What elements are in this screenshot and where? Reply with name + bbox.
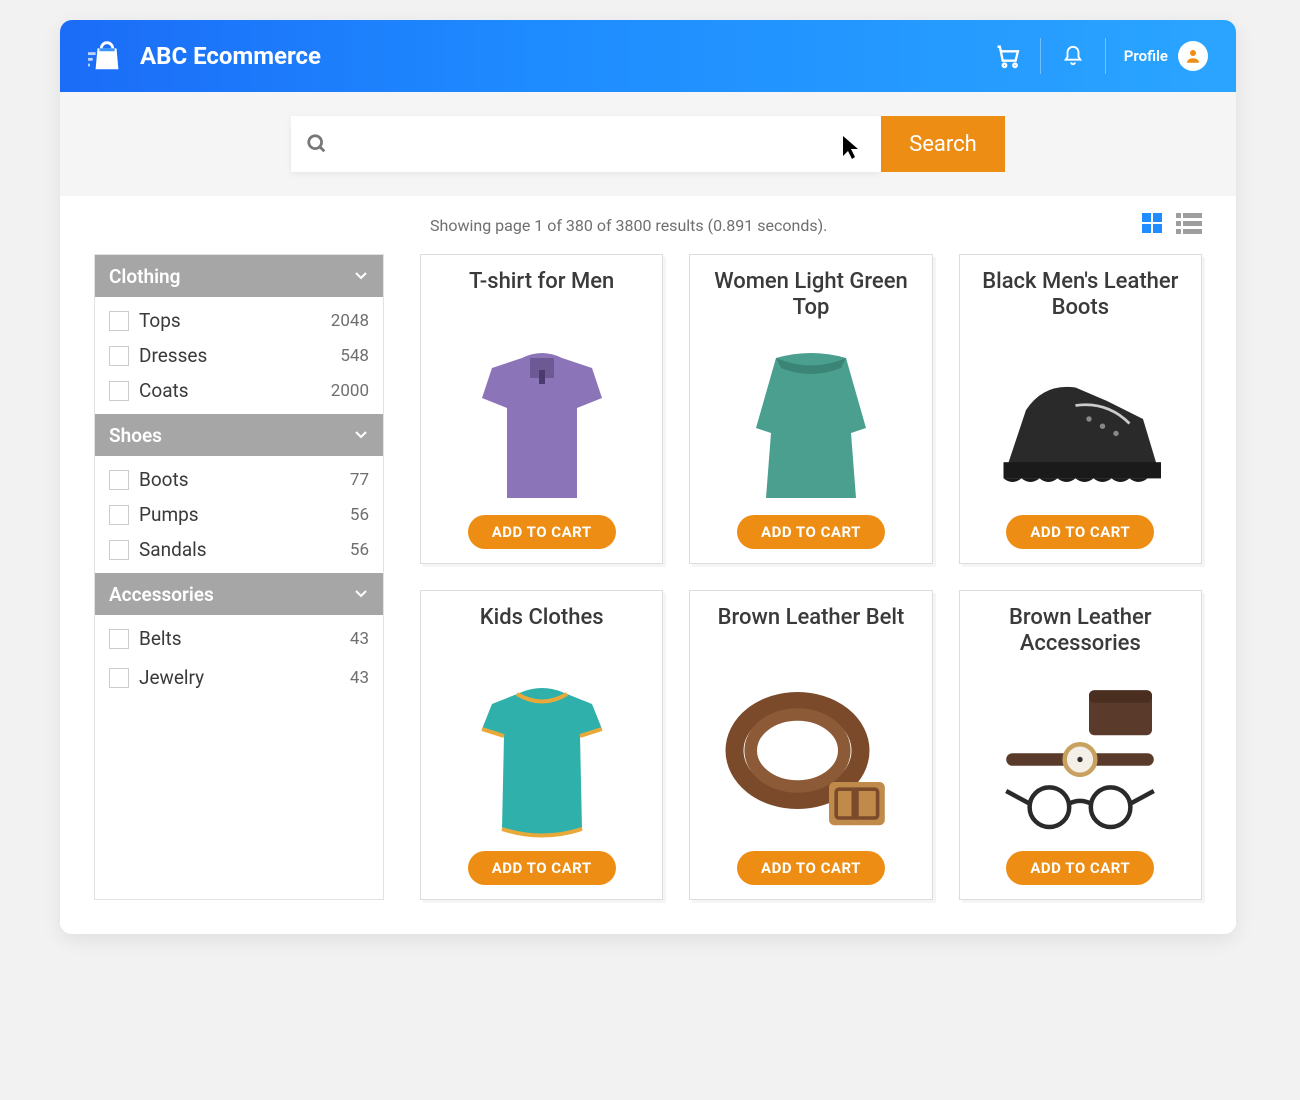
facet-label: Pumps	[139, 503, 350, 526]
brand-name: ABC Ecommerce	[140, 42, 321, 70]
facet-title: Accessories	[109, 583, 214, 606]
facet-header-shoes[interactable]: Shoes	[95, 414, 383, 456]
facet-item[interactable]: Coats2000	[95, 373, 383, 408]
list-view-icon[interactable]	[1176, 211, 1202, 239]
facet-item[interactable]: Sandals56	[95, 532, 383, 567]
facet-count: 77	[350, 470, 369, 490]
checkbox-icon[interactable]	[109, 668, 129, 688]
facet-item[interactable]: Pumps56	[95, 497, 383, 532]
search-button[interactable]: Search	[881, 116, 1005, 172]
checkbox-icon[interactable]	[109, 470, 129, 490]
search-bar: Search	[60, 92, 1236, 196]
add-to-cart-button[interactable]: ADD TO CART	[737, 851, 885, 885]
facet-sidebar: Clothing Tops2048 Dresses548 Coats2000 S…	[94, 254, 384, 900]
add-to-cart-button[interactable]: ADD TO CART	[737, 515, 885, 549]
checkbox-icon[interactable]	[109, 346, 129, 366]
header-separator	[1040, 38, 1041, 74]
facet-label: Jewelry	[139, 666, 350, 689]
notifications-icon[interactable]	[1059, 42, 1087, 70]
avatar-icon	[1178, 41, 1208, 71]
facet-title: Shoes	[109, 424, 162, 447]
facet-label: Boots	[139, 468, 350, 491]
product-image	[704, 667, 917, 851]
product-card[interactable]: T-shirt for Men ADD TO CART	[420, 254, 663, 564]
facet-count: 56	[350, 540, 369, 560]
product-card[interactable]: Black Men's Leather Boots ADD TO CART	[959, 254, 1202, 564]
search-input[interactable]	[343, 116, 881, 172]
add-to-cart-button[interactable]: ADD TO CART	[468, 515, 616, 549]
product-card[interactable]: Brown Leather Accessories ADD TO CART	[959, 590, 1202, 900]
facet-count: 43	[350, 629, 369, 649]
search-icon	[291, 133, 343, 155]
checkbox-icon[interactable]	[109, 311, 129, 331]
checkbox-icon[interactable]	[109, 540, 129, 560]
checkbox-icon[interactable]	[109, 381, 129, 401]
chevron-down-icon	[353, 583, 369, 606]
facet-label: Belts	[139, 627, 350, 650]
add-to-cart-button[interactable]: ADD TO CART	[468, 851, 616, 885]
facet-item[interactable]: Tops2048	[95, 303, 383, 338]
product-title: Black Men's Leather Boots	[974, 269, 1187, 331]
facet-title: Clothing	[109, 265, 180, 288]
product-image	[974, 331, 1187, 515]
facet-label: Tops	[139, 309, 331, 332]
product-image	[435, 667, 648, 851]
profile-menu[interactable]: Profile	[1124, 41, 1208, 71]
product-image	[435, 331, 648, 515]
facet-count: 56	[350, 505, 369, 525]
facet-item[interactable]: Belts43	[95, 621, 383, 656]
profile-label: Profile	[1124, 47, 1168, 65]
cart-icon[interactable]	[994, 42, 1022, 70]
app-window: ABC Ecommerce Profile	[60, 20, 1236, 934]
facet-count: 548	[340, 346, 369, 366]
facet-count: 43	[350, 668, 369, 688]
checkbox-icon[interactable]	[109, 629, 129, 649]
results-summary: Showing page 1 of 380 of 3800 results (0…	[430, 216, 1140, 235]
chevron-down-icon	[353, 265, 369, 288]
facet-item[interactable]: Dresses548	[95, 338, 383, 373]
grid-view-icon[interactable]	[1140, 211, 1164, 239]
content-area: Showing page 1 of 380 of 3800 results (0…	[60, 196, 1236, 934]
facet-label: Sandals	[139, 538, 350, 561]
brand-logo[interactable]: ABC Ecommerce	[88, 37, 321, 75]
product-card[interactable]: Women Light Green Top ADD TO CART	[689, 254, 932, 564]
product-image	[704, 331, 917, 515]
product-title: Women Light Green Top	[704, 269, 917, 331]
product-title: Kids Clothes	[480, 605, 604, 667]
product-card[interactable]: Brown Leather Belt ADD TO CART	[689, 590, 932, 900]
product-title: Brown Leather Belt	[718, 605, 905, 667]
shopping-bag-icon	[88, 37, 126, 75]
view-toggle	[1140, 211, 1202, 239]
facet-header-accessories[interactable]: Accessories	[95, 573, 383, 615]
add-to-cart-button[interactable]: ADD TO CART	[1006, 515, 1154, 549]
facet-item[interactable]: Jewelry43	[95, 656, 383, 695]
product-title: T-shirt for Men	[469, 269, 614, 331]
product-title: Brown Leather Accessories	[974, 605, 1187, 667]
facet-count: 2000	[331, 381, 369, 401]
chevron-down-icon	[353, 424, 369, 447]
product-grid: T-shirt for Men ADD TO CART Women Light …	[420, 254, 1202, 900]
checkbox-icon[interactable]	[109, 505, 129, 525]
app-header: ABC Ecommerce Profile	[60, 20, 1236, 92]
results-bar: Showing page 1 of 380 of 3800 results (0…	[94, 196, 1202, 254]
product-image	[974, 667, 1187, 851]
product-card[interactable]: Kids Clothes ADD TO CART	[420, 590, 663, 900]
facet-label: Dresses	[139, 344, 340, 367]
search-box	[291, 116, 881, 172]
header-separator	[1105, 38, 1106, 74]
facet-item[interactable]: Boots77	[95, 462, 383, 497]
add-to-cart-button[interactable]: ADD TO CART	[1006, 851, 1154, 885]
facet-label: Coats	[139, 379, 331, 402]
facet-count: 2048	[331, 311, 369, 331]
facet-header-clothing[interactable]: Clothing	[95, 255, 383, 297]
